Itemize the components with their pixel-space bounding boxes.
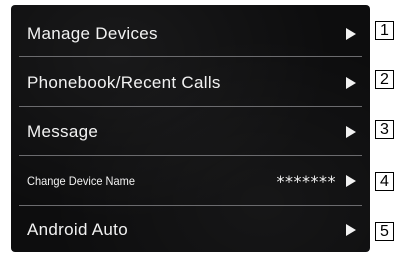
settings-screen: Manage Devices Phonebook/Recent Calls Me… xyxy=(11,5,370,252)
arrow-right-icon xyxy=(346,224,356,236)
menu-item-android-auto[interactable]: Android Auto xyxy=(11,208,370,252)
menu-item-label: Phonebook/Recent Calls xyxy=(27,73,221,92)
menu-item-label: Android Auto xyxy=(27,220,128,239)
callout-number: 5 xyxy=(375,222,394,241)
device-name-value: ******* xyxy=(276,171,336,191)
menu-item-manage-devices[interactable]: Manage Devices xyxy=(11,12,370,56)
divider xyxy=(19,56,362,57)
arrow-right-icon xyxy=(346,28,356,40)
menu-item-phonebook-recent-calls[interactable]: Phonebook/Recent Calls xyxy=(11,61,370,105)
arrow-right-icon xyxy=(346,77,356,89)
menu-item-message[interactable]: Message xyxy=(11,110,370,154)
callout-number: 2 xyxy=(375,70,394,89)
menu-item-label: Change Device Name xyxy=(27,174,136,188)
divider xyxy=(19,205,362,206)
callout-number: 3 xyxy=(375,120,394,139)
divider xyxy=(19,155,362,156)
arrow-right-icon xyxy=(346,126,356,138)
menu-item-label: Manage Devices xyxy=(27,24,158,43)
menu-item-change-device-name[interactable]: Change Device Name ******* xyxy=(11,159,370,203)
callout-number: 1 xyxy=(375,21,394,40)
menu-item-label: Message xyxy=(27,122,99,141)
callout-number: 4 xyxy=(375,172,394,191)
arrow-right-icon xyxy=(346,175,356,187)
divider xyxy=(19,106,362,107)
